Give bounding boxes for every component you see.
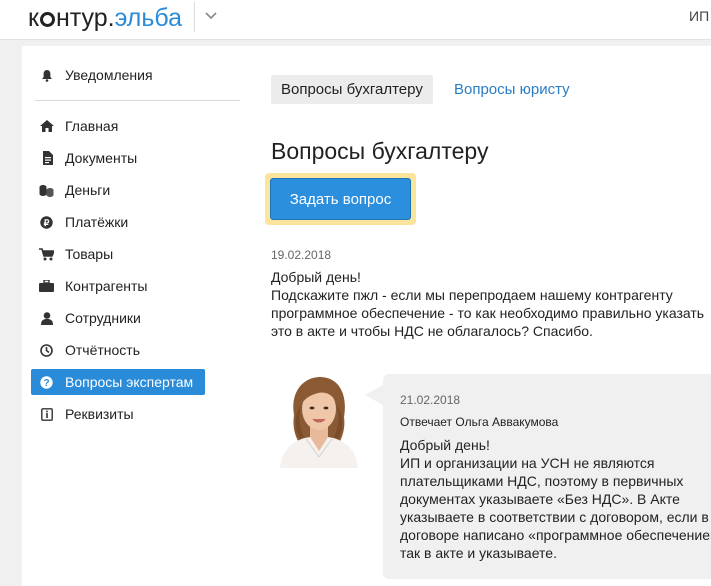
svg-text:₽: ₽ xyxy=(44,218,50,228)
top-header: к нтур.эльба ИП xyxy=(0,0,711,40)
sidebar-item-label: Отчётность xyxy=(65,342,141,358)
user-name[interactable]: ИП xyxy=(689,8,709,24)
person-icon xyxy=(39,311,54,325)
sidebar-item-goods[interactable]: Товары xyxy=(31,241,205,267)
logo-ring-icon xyxy=(39,12,55,27)
info-icon xyxy=(39,407,54,421)
page-title: Вопросы бухгалтеру xyxy=(271,138,489,164)
payment-icon: ₽ xyxy=(39,215,54,229)
sidebar-item-home[interactable]: Главная xyxy=(31,113,205,139)
sidebar-item-employees[interactable]: Сотрудники xyxy=(31,305,205,331)
sidebar-item-documents[interactable]: Документы xyxy=(31,145,205,171)
expert-avatar xyxy=(280,377,358,468)
home-icon xyxy=(39,119,54,133)
tab-accountant[interactable]: Вопросы бухгалтеру xyxy=(271,75,433,104)
sidebar-item-reports[interactable]: Отчётность xyxy=(31,337,205,363)
cart-icon xyxy=(39,247,54,261)
sidebar-item-label: Главная xyxy=(65,118,119,134)
sidebar-item-notifications[interactable]: Уведомления xyxy=(31,62,205,88)
ask-question-button[interactable]: Задать вопрос xyxy=(270,178,411,220)
sidebar-item-payments[interactable]: ₽ Платёжки xyxy=(31,209,205,235)
answer-date: 21.02.2018 xyxy=(400,393,461,407)
answer-text: Добрый день! ИП и организации на УСН не … xyxy=(400,437,711,561)
answer-bubble-tail xyxy=(365,385,383,405)
sidebar-item-label: Товары xyxy=(65,246,114,262)
money-icon xyxy=(39,183,54,197)
sidebar: Уведомления Главная Документы Деньги ₽ П… xyxy=(22,46,250,586)
logo-dot: . xyxy=(107,4,115,32)
logo-text-right: эльба xyxy=(114,4,183,32)
sidebar-item-experts[interactable]: ? Вопросы экспертам xyxy=(31,369,205,395)
svg-text:?: ? xyxy=(43,378,49,389)
sidebar-item-label: Реквизиты xyxy=(65,406,134,422)
report-icon xyxy=(39,343,54,357)
logo-text-left: к xyxy=(28,4,39,32)
sidebar-item-requisites[interactable]: Реквизиты xyxy=(31,401,205,427)
ask-button-highlight: Задать вопрос xyxy=(265,173,416,225)
header-divider xyxy=(194,2,195,32)
sidebar-item-money[interactable]: Деньги xyxy=(31,177,205,203)
logo[interactable]: к нтур.эльба xyxy=(28,4,182,32)
chevron-down-icon[interactable] xyxy=(203,7,219,23)
bell-icon xyxy=(39,68,54,82)
briefcase-icon xyxy=(39,279,54,293)
sidebar-item-label: Документы xyxy=(65,150,138,166)
documents-icon xyxy=(39,151,54,165)
sidebar-item-label: Сотрудники xyxy=(65,310,141,326)
answer-author: Отвечает Ольга Аввакумова xyxy=(400,415,559,429)
sidebar-item-label: Уведомления xyxy=(65,67,153,83)
answer-bubble: 21.02.2018 Отвечает Ольга Аввакумова Доб… xyxy=(383,374,711,579)
question-text: Добрый день! Подскажите пжл - если мы пе… xyxy=(271,269,705,339)
question-date: 19.02.2018 xyxy=(271,248,332,262)
sidebar-item-contractors[interactable]: Контрагенты xyxy=(31,273,205,299)
sidebar-item-label: Деньги xyxy=(65,182,111,198)
sidebar-item-label: Платёжки xyxy=(65,214,129,230)
tab-lawyer[interactable]: Вопросы юристу xyxy=(445,75,579,104)
logo-text-mid: нтур xyxy=(55,4,108,32)
sidebar-item-label: Контрагенты xyxy=(65,278,148,294)
sidebar-item-label: Вопросы экспертам xyxy=(65,374,194,390)
question-icon: ? xyxy=(39,375,54,389)
main-content: Вопросы бухгалтеру Вопросы юристу Вопрос… xyxy=(250,46,711,586)
sidebar-divider xyxy=(35,100,240,101)
